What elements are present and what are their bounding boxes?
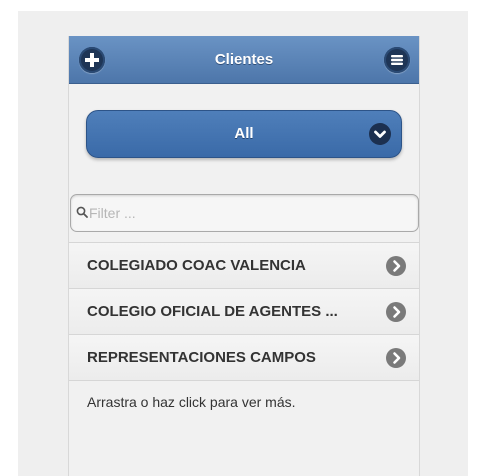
header-bar: Clientes [69, 36, 419, 84]
menu-button[interactable] [384, 47, 410, 73]
chevron-right-icon [386, 348, 406, 368]
client-name: COLEGIADO COAC VALENCIA [87, 257, 306, 274]
chevron-right-icon [386, 302, 406, 322]
page-title: Clientes [214, 51, 274, 68]
bars-icon [391, 55, 403, 65]
list-item[interactable]: COLEGIO OFICIAL DE AGENTES ... [69, 288, 419, 334]
client-name: REPRESENTACIONES CAMPOS [87, 349, 316, 366]
client-name: COLEGIO OFICIAL DE AGENTES ... [87, 303, 338, 320]
client-type-select[interactable]: All [86, 110, 402, 158]
select-value: All [234, 125, 254, 142]
list-item[interactable]: REPRESENTACIONES CAMPOS [69, 334, 419, 380]
filter-input[interactable] [89, 195, 409, 231]
chevron-right-icon [386, 256, 406, 276]
load-more-hint[interactable]: Arrastra o haz click para ver más. [69, 380, 419, 440]
search-icon [76, 206, 88, 218]
app-screen: Clientes All Filter ... COLEGIADO COAC V… [68, 36, 420, 476]
client-list: COLEGIADO COAC VALENCIA COLEGIO OFICIAL … [69, 242, 419, 440]
chevron-down-icon [369, 123, 391, 145]
filter-field [70, 194, 419, 232]
page: Clientes All Filter ... COLEGIADO COAC V… [0, 0, 485, 476]
list-item[interactable]: COLEGIADO COAC VALENCIA [69, 242, 419, 288]
